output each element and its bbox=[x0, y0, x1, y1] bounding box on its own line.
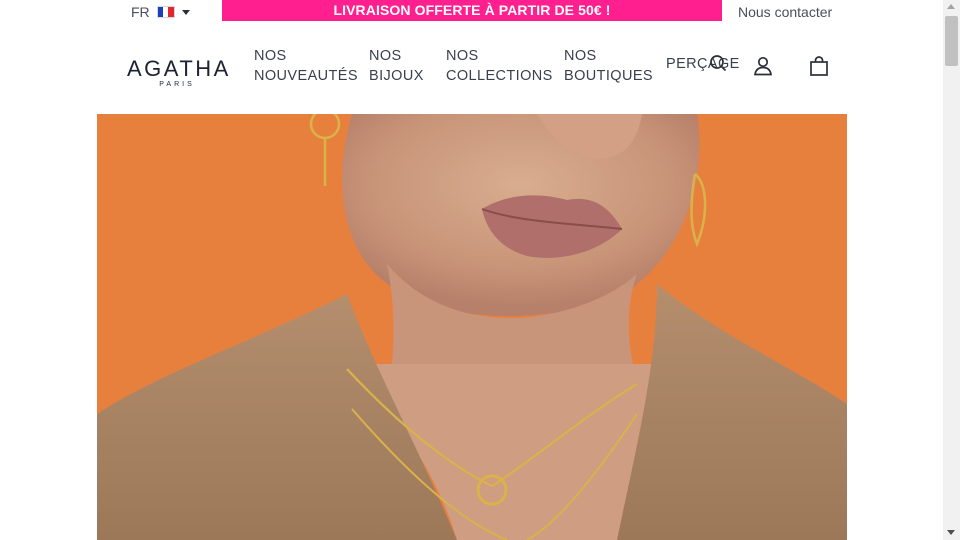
logo-subtitle: PARIS bbox=[159, 81, 195, 88]
account-icon[interactable] bbox=[751, 54, 775, 78]
scroll-up-arrow-icon[interactable] bbox=[947, 4, 955, 9]
language-selector[interactable]: FR bbox=[131, 4, 190, 20]
scroll-down-arrow-icon[interactable] bbox=[947, 530, 955, 535]
promo-banner[interactable]: LIVRAISON OFFERTE À PARTIR DE 50€ ! bbox=[222, 0, 722, 21]
nav-label-line1: NOS bbox=[369, 48, 402, 64]
nav-label-line1: NOS bbox=[254, 48, 287, 64]
france-flag-icon bbox=[156, 6, 175, 18]
top-bar: FR LIVRAISON OFFERTE À PARTIR DE 50€ ! N… bbox=[0, 0, 943, 24]
nav-nouveautes[interactable]: NOS NOUVEAUTÉS bbox=[254, 46, 358, 86]
nav-bijoux[interactable]: NOS BIJOUX bbox=[369, 46, 424, 86]
hero-banner-image[interactable] bbox=[97, 114, 847, 540]
model-photo bbox=[97, 114, 847, 540]
contact-link[interactable]: Nous contacter bbox=[738, 4, 832, 20]
page-scrollbar[interactable] bbox=[943, 0, 960, 540]
nav-label-line2: BIJOUX bbox=[369, 68, 424, 84]
nav-label-line2: NOUVEAUTÉS bbox=[254, 68, 358, 84]
scrollbar-thumb[interactable] bbox=[945, 16, 958, 66]
nav-label-line1: NOS bbox=[564, 48, 597, 64]
cart-icon[interactable] bbox=[807, 54, 831, 78]
nav-label-line2: COLLECTIONS bbox=[446, 68, 553, 84]
chevron-down-icon bbox=[181, 9, 190, 15]
site-header: AGATHA PARIS NOS NOUVEAUTÉS NOS BIJOUX N… bbox=[0, 24, 943, 114]
search-icon[interactable] bbox=[706, 52, 730, 76]
nav-collections[interactable]: NOS COLLECTIONS bbox=[446, 46, 553, 86]
brand-logo[interactable]: AGATHA PARIS bbox=[127, 56, 231, 89]
nav-boutiques[interactable]: NOS BOUTIQUES bbox=[564, 46, 653, 86]
language-code: FR bbox=[131, 4, 150, 20]
nav-label-line1: NOS bbox=[446, 48, 479, 64]
nav-label-line2: BOUTIQUES bbox=[564, 68, 653, 84]
logo-wordmark: AGATHA bbox=[127, 56, 231, 81]
